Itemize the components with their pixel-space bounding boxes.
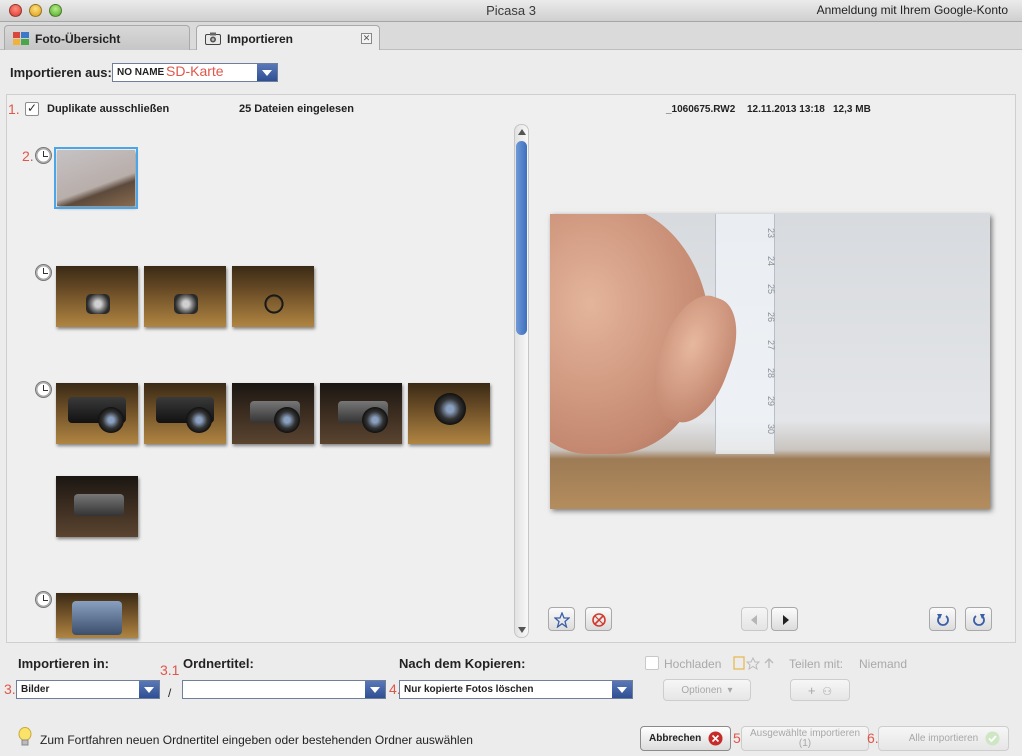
close-tab-icon[interactable]: ✕ bbox=[361, 33, 372, 44]
photo-thumbnail[interactable] bbox=[56, 383, 138, 444]
scroll-up-icon[interactable] bbox=[518, 129, 526, 135]
annotation-3-1: 3.1 bbox=[160, 662, 180, 678]
preview-date: 12.11.2013 13:18 bbox=[747, 104, 825, 115]
files-read-count: 25 Dateien eingelesen bbox=[239, 103, 354, 115]
ruler-number: 26 bbox=[766, 311, 777, 323]
rotate-right-button[interactable] bbox=[965, 607, 992, 631]
photo-thumbnail[interactable] bbox=[56, 266, 138, 327]
ruler-number: 24 bbox=[766, 255, 777, 267]
rotate-left-icon bbox=[936, 614, 949, 626]
clock-icon bbox=[35, 147, 52, 164]
exclude-duplicates-checkbox[interactable] bbox=[25, 101, 39, 116]
import-selected-button[interactable]: Ausgewählte importieren (1) bbox=[741, 726, 869, 751]
import-selected-count: (1) bbox=[798, 738, 812, 749]
ruler-number: 25 bbox=[766, 283, 777, 295]
hint-text: Zum Fortfahren neuen Ordnertitel eingebe… bbox=[40, 733, 473, 747]
checkmark-icon bbox=[985, 731, 1000, 746]
after-copy-select[interactable]: Nur kopierte Fotos löschen bbox=[399, 680, 633, 699]
tab-import[interactable]: Importieren ✕ bbox=[196, 25, 380, 50]
photo-thumbnail[interactable] bbox=[144, 266, 226, 327]
clock-icon bbox=[35, 264, 52, 281]
google-signin-link[interactable]: Anmeldung mit Ihrem Google-Konto bbox=[817, 3, 1008, 17]
import-source-select[interactable]: NO NAME SD-Karte bbox=[112, 63, 278, 82]
lightbulb-icon bbox=[18, 727, 32, 746]
import-in-label: Importieren in: bbox=[18, 656, 110, 671]
ruler-number: 27 bbox=[766, 339, 777, 351]
preview-filename: _1060675.RW2 bbox=[666, 104, 736, 115]
share-label: Teilen mit: bbox=[789, 657, 844, 671]
after-copy-value: Nur kopierte Fotos löschen bbox=[404, 684, 534, 695]
folder-title-input[interactable] bbox=[182, 680, 386, 699]
annotation-6: 6. bbox=[867, 730, 879, 746]
import-all-label: Alle importieren bbox=[908, 733, 979, 744]
cancel-label: Abbrechen bbox=[649, 733, 702, 744]
photo-thumbnail[interactable] bbox=[144, 383, 226, 444]
options-label: Optionen bbox=[681, 685, 722, 696]
annotation-1: 1. bbox=[8, 101, 20, 117]
scroll-down-icon[interactable] bbox=[518, 627, 526, 633]
options-button[interactable]: Optionen ▾ bbox=[663, 679, 751, 701]
upload-label: Hochladen bbox=[664, 657, 722, 671]
photo-thumbnail[interactable] bbox=[232, 266, 314, 327]
thumbnail-scrollbar[interactable] bbox=[514, 124, 529, 638]
import-source-value: NO NAME bbox=[117, 67, 165, 78]
next-photo-button[interactable] bbox=[771, 607, 798, 631]
tab-photo-overview-label: Foto-Übersicht bbox=[35, 32, 121, 46]
ruler-number: 29 bbox=[766, 395, 777, 407]
star-icon bbox=[552, 611, 571, 629]
share-value: Niemand bbox=[859, 657, 908, 671]
chevron-down-icon: ▾ bbox=[724, 685, 733, 696]
path-separator: / bbox=[168, 686, 172, 700]
photo-thumbnail[interactable] bbox=[320, 383, 402, 444]
photo-thumbnail[interactable] bbox=[56, 593, 138, 638]
photo-thumbnail[interactable] bbox=[56, 476, 138, 537]
import-in-value: Bilder bbox=[21, 684, 50, 695]
ruler-number: 23 bbox=[766, 227, 777, 239]
cancel-x-icon bbox=[708, 731, 723, 746]
clock-icon bbox=[35, 591, 52, 608]
folder-title-label: Ordnertitel: bbox=[183, 656, 254, 671]
clock-icon bbox=[35, 381, 52, 398]
scrollbar-thumb[interactable] bbox=[516, 141, 527, 335]
photo-thumbnail[interactable] bbox=[54, 147, 138, 209]
exclude-icon bbox=[591, 613, 606, 627]
import-source-label: Importieren aus: bbox=[10, 65, 112, 80]
chevron-down-icon[interactable] bbox=[257, 64, 277, 81]
ruler-number: 28 bbox=[766, 367, 777, 379]
after-copy-label: Nach dem Kopieren: bbox=[399, 656, 526, 671]
chevron-left-icon bbox=[750, 615, 757, 625]
photo-thumbnail[interactable] bbox=[232, 383, 314, 444]
upload-checkbox[interactable] bbox=[645, 656, 659, 670]
star-button[interactable] bbox=[548, 607, 575, 631]
exclude-photo-button[interactable] bbox=[585, 607, 612, 631]
chevron-down-icon[interactable] bbox=[365, 681, 385, 698]
person-icon: ⚇ bbox=[819, 686, 833, 698]
annotation-3: 3. bbox=[4, 681, 16, 697]
title-bar: Picasa 3 Anmeldung mit Ihrem Google-Kont… bbox=[0, 0, 1022, 22]
photo-thumbnail[interactable] bbox=[408, 383, 490, 444]
ruler-number: 30 bbox=[766, 423, 777, 435]
import-all-button[interactable]: Alle importieren bbox=[878, 726, 1009, 751]
chevron-down-icon[interactable] bbox=[139, 681, 159, 698]
tab-import-label: Importieren bbox=[227, 32, 294, 46]
preview-size: 12,3 MB bbox=[833, 104, 871, 115]
camera-icon bbox=[205, 32, 221, 45]
rotate-left-button[interactable] bbox=[929, 607, 956, 631]
rotate-right-icon bbox=[972, 614, 985, 626]
chevron-right-icon bbox=[782, 615, 789, 625]
tab-bar: Foto-Übersicht Importieren ✕ bbox=[0, 22, 1022, 50]
cancel-button[interactable]: Abbrechen bbox=[640, 726, 731, 751]
annotation-2: 2. bbox=[22, 148, 34, 164]
upload-size-icons bbox=[733, 656, 774, 670]
import-in-select[interactable]: Bilder bbox=[16, 680, 160, 699]
exclude-duplicates-label: Duplikate ausschließen bbox=[47, 103, 170, 115]
add-share-button[interactable]: + ⚇ bbox=[790, 679, 850, 701]
chevron-down-icon[interactable] bbox=[612, 681, 632, 698]
source-annotation: SD-Karte bbox=[166, 63, 224, 79]
add-label: + bbox=[807, 683, 816, 698]
photo-preview: 23 24 25 26 27 28 29 30 bbox=[550, 214, 990, 509]
previous-photo-button[interactable] bbox=[741, 607, 768, 631]
tab-photo-overview[interactable]: Foto-Übersicht bbox=[4, 25, 190, 50]
grid-icon bbox=[13, 32, 29, 45]
